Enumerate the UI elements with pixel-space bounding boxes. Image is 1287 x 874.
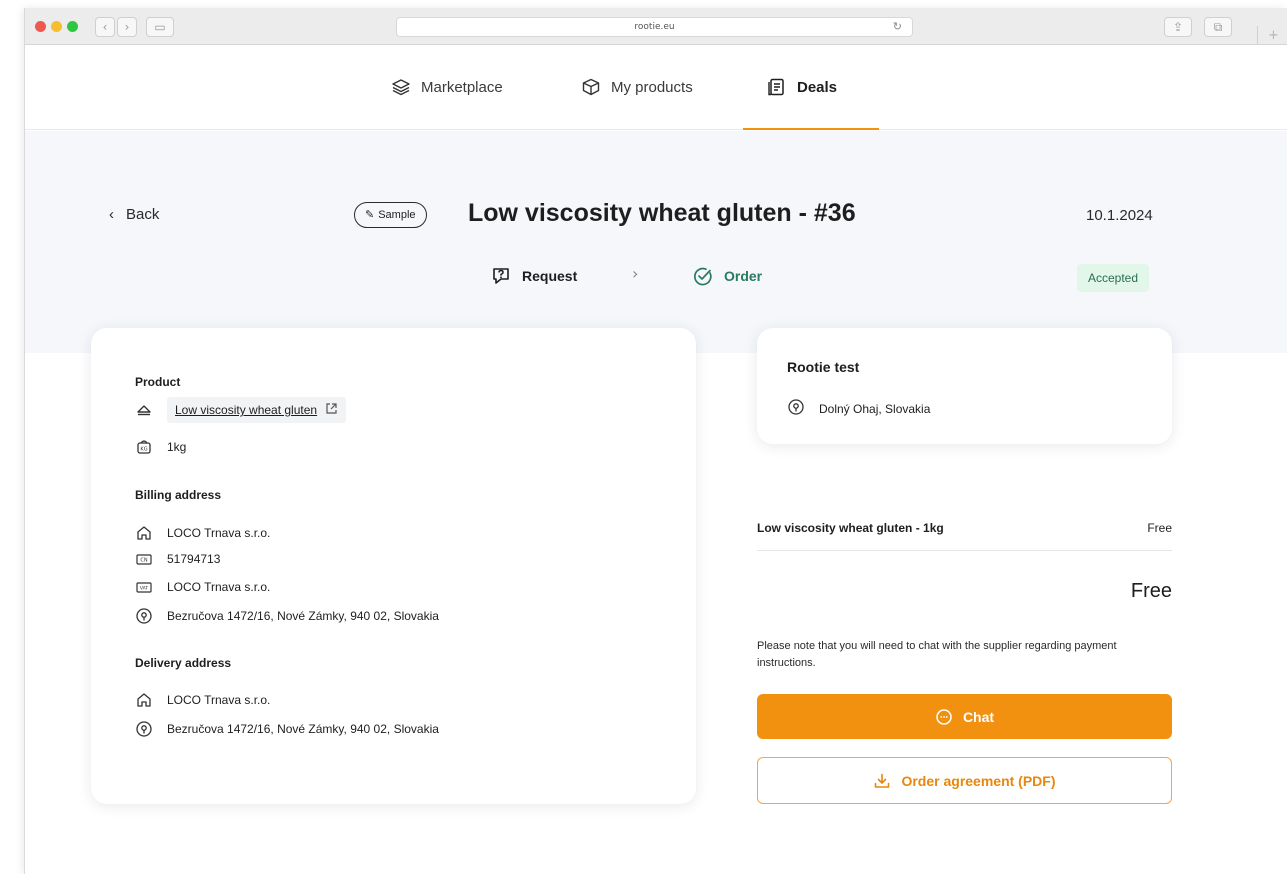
billing-company-row: LOCO Trnava s.r.o. (135, 524, 270, 542)
pencil-icon: ✎ (365, 209, 375, 221)
payment-note: Please note that you will need to chat w… (757, 640, 1117, 669)
browser-window: ‹ › ▭ rootie.eu ↻ ⇪ ⧉ + Marketplace My p… (24, 8, 1287, 874)
minimize-window-button[interactable] (51, 21, 62, 32)
product-section-label: Product (135, 375, 181, 389)
url-text: rootie.eu (634, 22, 675, 32)
seller-card: Rootie test Dolný Ohaj, Slovakia (757, 328, 1172, 444)
reload-icon[interactable]: ↻ (893, 18, 902, 36)
seller-location: Dolný Ohaj, Slovakia (819, 401, 931, 416)
billing-section-label: Billing address (135, 488, 222, 502)
product-icon (135, 401, 153, 419)
deal-details-card: Product Low viscosity wheat gluten KG 1k… (91, 328, 696, 804)
sidebar-icon[interactable]: ▭ (146, 17, 174, 37)
document-icon (768, 78, 784, 96)
seller-name: Rootie test (787, 359, 860, 375)
svg-text:CN: CN (140, 558, 147, 564)
svg-text:KG: KG (140, 447, 147, 453)
tabs-icon[interactable]: ⧉ (1204, 17, 1232, 37)
active-tab-indicator (743, 128, 879, 130)
external-link-icon (325, 402, 338, 418)
delivery-address-row: Bezručova 1472/16, Nové Zámky, 940 02, S… (135, 720, 439, 738)
id-number-icon: CN (135, 550, 153, 568)
back-button[interactable]: ‹ Back (109, 206, 159, 223)
delivery-section-label: Delivery address (135, 656, 232, 670)
page-title: Low viscosity wheat gluten - #36 (468, 199, 856, 227)
quantity-value: 1kg (167, 440, 187, 454)
share-icon[interactable]: ⇪ (1164, 17, 1192, 37)
svg-text:VAT: VAT (140, 586, 149, 592)
location-pin-icon (135, 720, 153, 738)
order-line-item: Low viscosity wheat gluten - 1kg Free (757, 521, 1172, 535)
check-circle-icon (694, 267, 712, 286)
vat-icon: VAT (135, 578, 153, 596)
layers-icon (392, 79, 410, 96)
address-bar[interactable]: rootie.eu ↻ (396, 17, 913, 37)
billing-cin-row: CN 51794713 (135, 550, 220, 568)
nav-item-label: Marketplace (421, 78, 503, 96)
delivery-company-row: LOCO Trnava s.r.o. (135, 691, 270, 709)
billing-address: Bezručova 1472/16, Nové Zámky, 940 02, S… (167, 609, 439, 623)
location-pin-icon (135, 607, 153, 625)
product-name: Low viscosity wheat gluten (175, 403, 318, 417)
plus-icon[interactable]: + (1257, 26, 1287, 45)
close-window-button[interactable] (35, 21, 46, 32)
chevron-right-icon: › (632, 264, 639, 283)
home-icon (135, 691, 153, 709)
order-agreement-pdf-button[interactable]: Order agreement (PDF) (757, 757, 1172, 804)
quantity-row: KG 1kg (135, 438, 186, 456)
line-item-price: Free (1147, 521, 1172, 535)
home-icon (135, 524, 153, 542)
product-row: Low viscosity wheat gluten (135, 397, 347, 423)
nav-item-label: My products (611, 78, 693, 96)
nav-item-marketplace[interactable]: Marketplace (391, 75, 503, 99)
step-request[interactable]: Request (490, 265, 577, 287)
status-badge: Accepted (1077, 264, 1150, 292)
chat-button[interactable]: Chat (757, 694, 1172, 739)
weight-icon: KG (135, 438, 153, 456)
billing-address-row: Bezručova 1472/16, Nové Zámky, 940 02, S… (135, 607, 439, 625)
nav-item-deals[interactable]: Deals (767, 75, 837, 99)
summary-divider (757, 550, 1172, 551)
billing-company: LOCO Trnava s.r.o. (167, 526, 271, 540)
deal-header: ‹ Back ✎ Sample Low viscosity wheat glut… (25, 131, 1287, 353)
delivery-address: Bezručova 1472/16, Nové Zámky, 940 02, S… (167, 722, 439, 736)
location-pin-icon (787, 398, 805, 419)
chevron-left-icon[interactable]: ‹ (95, 17, 115, 37)
delivery-company: LOCO Trnava s.r.o. (167, 693, 271, 707)
line-item-label: Low viscosity wheat gluten - 1kg (757, 521, 944, 535)
back-label: Back (126, 206, 160, 223)
browser-toolbar: ‹ › ▭ rootie.eu ↻ ⇪ ⧉ + (25, 8, 1287, 45)
billing-vat: LOCO Trnava s.r.o. (167, 580, 271, 594)
chat-button-label: Chat (962, 708, 995, 725)
deal-date: 10.1.2024 (1086, 207, 1153, 224)
pdf-button-label: Order agreement (PDF) (901, 772, 1056, 789)
billing-vat-row: VAT LOCO Trnava s.r.o. (135, 578, 270, 596)
step-label: Order (724, 268, 763, 284)
sample-tag: ✎ Sample (354, 202, 427, 228)
nav-item-label: Deals (797, 78, 838, 96)
sample-tag-label: Sample (378, 209, 416, 221)
step-label: Request (522, 268, 578, 284)
product-link[interactable]: Low viscosity wheat gluten (167, 397, 347, 423)
top-navigation: Marketplace My products Deals (25, 45, 1287, 130)
step-order[interactable]: Order (692, 265, 762, 287)
box-icon (582, 78, 600, 96)
nav-item-my-products[interactable]: My products (581, 75, 693, 99)
download-icon (875, 773, 890, 788)
chevron-left-icon: ‹ (109, 206, 114, 223)
seller-location-row: Dolný Ohaj, Slovakia (787, 398, 930, 419)
chat-icon (936, 708, 952, 725)
billing-cin: 51794713 (167, 552, 221, 566)
question-bubble-icon (493, 268, 509, 284)
chevron-right-icon[interactable]: › (117, 17, 137, 37)
maximize-window-button[interactable] (67, 21, 78, 32)
order-total: Free (1130, 580, 1172, 602)
